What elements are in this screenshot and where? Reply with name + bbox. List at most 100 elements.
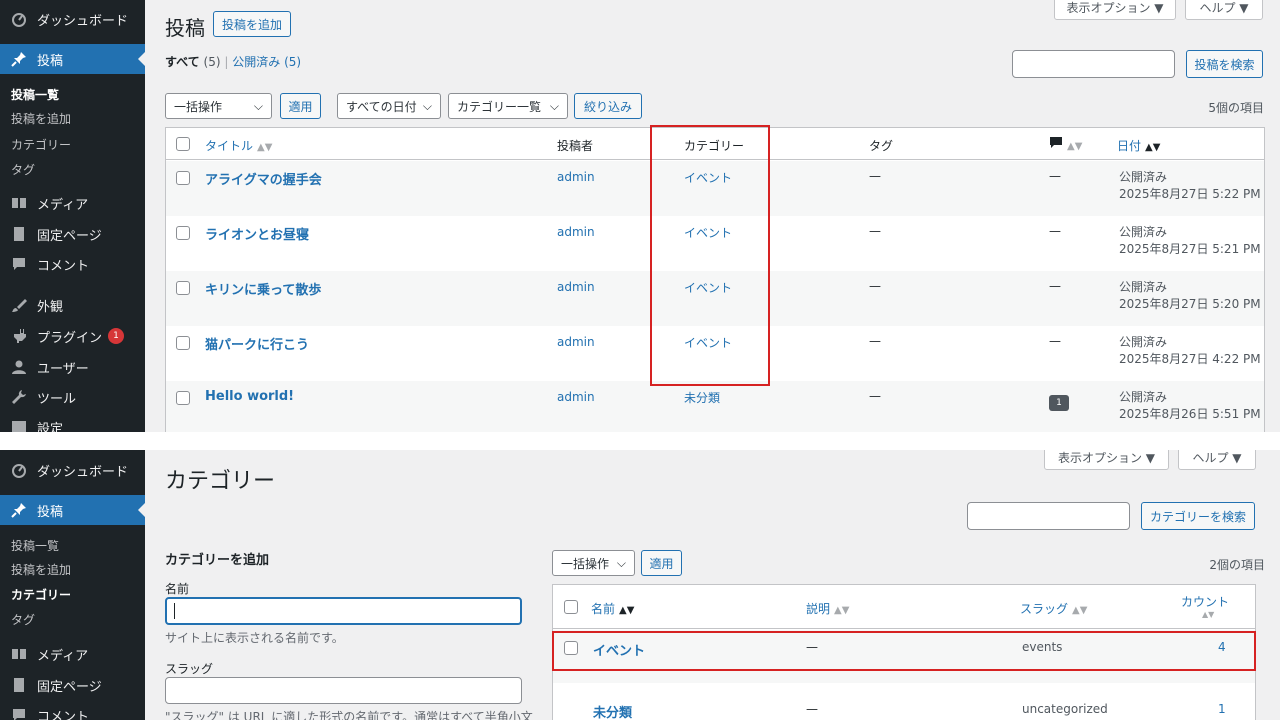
slug-help-text: "スラッグ" は URL に適した形式の名前です。通常はすべて半角小文 bbox=[165, 710, 533, 720]
column-description[interactable]: 説明 ▲▼ bbox=[806, 600, 849, 617]
search-posts-button[interactable]: 投稿を検索 bbox=[1186, 50, 1263, 78]
row-checkbox[interactable] bbox=[176, 281, 190, 295]
submenu-post-list[interactable]: 投稿一覧 bbox=[0, 533, 145, 558]
menu-users[interactable]: ユーザー bbox=[0, 352, 145, 382]
post-author-link[interactable]: admin bbox=[557, 170, 595, 184]
menu-media-label: メディア bbox=[37, 197, 89, 213]
sort-icon: ▲▼ bbox=[1067, 141, 1083, 152]
post-tags: — bbox=[869, 224, 881, 238]
row-checkbox[interactable] bbox=[176, 391, 190, 405]
post-author-link[interactable]: admin bbox=[557, 225, 595, 239]
date-filter-select[interactable]: すべての日付 ⌵ bbox=[337, 93, 441, 119]
menu-dashboard[interactable]: ダッシュボード bbox=[0, 455, 145, 485]
column-date[interactable]: 日付 ▲▼ bbox=[1117, 137, 1160, 154]
comment-icon bbox=[9, 255, 29, 273]
page-icon bbox=[9, 676, 29, 694]
menu-media[interactable]: メディア bbox=[0, 188, 145, 218]
column-name-label: 名前 bbox=[591, 602, 616, 616]
post-status: 公開済み bbox=[1119, 280, 1168, 294]
help-button[interactable]: ヘルプ ▼ bbox=[1185, 0, 1263, 20]
category-name-field[interactable] bbox=[165, 597, 522, 625]
search-categories-button[interactable]: カテゴリーを検索 bbox=[1141, 502, 1255, 530]
menu-media-label: メディア bbox=[37, 648, 89, 664]
chevron-down-icon: ⌵ bbox=[549, 98, 559, 113]
media-icon bbox=[9, 645, 29, 663]
post-author-link[interactable]: admin bbox=[557, 390, 595, 404]
category-count-link[interactable]: 1 bbox=[1218, 702, 1226, 716]
filter-all[interactable]: すべて bbox=[165, 55, 200, 69]
column-name[interactable]: 名前 ▲▼ bbox=[591, 600, 634, 617]
menu-pages[interactable]: 固定ページ bbox=[0, 219, 145, 249]
post-author-link[interactable]: admin bbox=[557, 335, 595, 349]
menu-posts-label: 投稿 bbox=[37, 53, 64, 69]
select-all-checkbox[interactable] bbox=[564, 600, 578, 614]
bulk-action-value: 一括操作 bbox=[174, 99, 223, 114]
sort-icon: ▲▼ bbox=[257, 142, 273, 153]
column-slug[interactable]: スラッグ ▲▼ bbox=[1020, 600, 1087, 617]
post-search-input[interactable] bbox=[1012, 50, 1175, 78]
submenu-add-post[interactable]: 投稿を追加 bbox=[0, 557, 145, 582]
plug-icon bbox=[9, 327, 29, 345]
screen-options-button[interactable]: 表示オプション ▼ bbox=[1044, 450, 1169, 470]
item-count: 5個の項目 bbox=[1208, 101, 1264, 115]
help-button[interactable]: ヘルプ ▼ bbox=[1178, 450, 1256, 470]
menu-tools[interactable]: ツール bbox=[0, 382, 145, 412]
sort-icon: ▲▼ bbox=[1202, 610, 1215, 619]
filter-button[interactable]: 絞り込み bbox=[574, 93, 642, 119]
submenu-categories[interactable]: カテゴリー bbox=[0, 132, 145, 157]
category-filter-select[interactable]: カテゴリー一覧 ⌵ bbox=[448, 93, 568, 119]
submenu-tags[interactable]: タグ bbox=[0, 157, 145, 182]
post-tags: — bbox=[869, 389, 881, 403]
menu-plugins[interactable]: プラグイン 1 bbox=[0, 321, 145, 351]
category-search-input[interactable] bbox=[967, 502, 1130, 530]
post-date: 2025年8月27日 5:20 PM bbox=[1119, 297, 1261, 311]
submenu-categories[interactable]: カテゴリー bbox=[0, 582, 145, 607]
column-comments[interactable]: ▲▼ bbox=[1049, 136, 1082, 152]
submenu-add-post[interactable]: 投稿を追加 bbox=[0, 106, 145, 131]
menu-pages-label: 固定ページ bbox=[37, 679, 102, 695]
menu-settings[interactable]: 設定 bbox=[0, 412, 145, 432]
post-title-link[interactable]: 猫パークに行こう bbox=[205, 334, 309, 353]
bulk-action-select[interactable]: 一括操作 ⌵ bbox=[552, 550, 635, 576]
category-slug-field[interactable] bbox=[165, 677, 522, 704]
menu-media[interactable]: メディア bbox=[0, 639, 145, 669]
menu-comments[interactable]: コメント bbox=[0, 700, 145, 720]
menu-pages-label: 固定ページ bbox=[37, 228, 102, 244]
bulk-action-select[interactable]: 一括操作 ⌵ bbox=[165, 93, 272, 119]
select-all-checkbox[interactable] bbox=[176, 137, 190, 151]
menu-pages[interactable]: 固定ページ bbox=[0, 670, 145, 700]
apply-button[interactable]: 適用 bbox=[641, 550, 682, 576]
column-count[interactable]: カウント bbox=[1181, 593, 1229, 610]
post-title-link[interactable]: アライグマの握手会 bbox=[205, 169, 322, 188]
post-title-link[interactable]: Hello world! bbox=[205, 389, 294, 404]
post-title-link[interactable]: ライオンとお昼寝 bbox=[205, 224, 309, 243]
menu-dashboard[interactable]: ダッシュボード bbox=[0, 4, 145, 34]
category-name-link[interactable]: 未分類 bbox=[593, 702, 632, 720]
name-label: 名前 bbox=[165, 582, 190, 596]
column-title[interactable]: タイトル ▲▼ bbox=[205, 137, 272, 154]
add-post-button[interactable]: 投稿を追加 bbox=[213, 11, 291, 37]
comment-count-bubble[interactable]: 1 bbox=[1049, 395, 1069, 411]
filter-published[interactable]: 公開済み bbox=[232, 55, 280, 69]
post-title-link[interactable]: キリンに乗って散歩 bbox=[205, 279, 321, 298]
post-category-link[interactable]: 未分類 bbox=[684, 389, 720, 406]
row-checkbox[interactable] bbox=[176, 226, 190, 240]
submenu-post-list[interactable]: 投稿一覧 bbox=[0, 82, 145, 107]
row-checkbox[interactable] bbox=[176, 336, 190, 350]
apply-button[interactable]: 適用 bbox=[280, 93, 321, 119]
table-row: Hello world! admin 未分類 — 1 公開済み 2025年8月26日 5:5… bbox=[166, 381, 1264, 432]
dashboard-icon bbox=[9, 461, 29, 479]
post-author-link[interactable]: admin bbox=[557, 280, 595, 294]
menu-appearance-label: 外観 bbox=[37, 299, 64, 315]
menu-posts[interactable]: 投稿 bbox=[0, 495, 145, 525]
comment-icon bbox=[9, 706, 29, 720]
dashboard-icon bbox=[9, 10, 29, 28]
submenu-tags[interactable]: タグ bbox=[0, 607, 145, 632]
column-title-label: タイトル bbox=[205, 139, 254, 153]
menu-comments[interactable]: コメント bbox=[0, 249, 145, 279]
menu-posts[interactable]: 投稿 bbox=[0, 44, 145, 74]
row-checkbox[interactable] bbox=[176, 171, 190, 185]
post-date: 2025年8月27日 5:21 PM bbox=[1119, 242, 1261, 256]
screen-options-button[interactable]: 表示オプション ▼ bbox=[1054, 0, 1176, 20]
menu-appearance[interactable]: 外観 bbox=[0, 290, 145, 320]
